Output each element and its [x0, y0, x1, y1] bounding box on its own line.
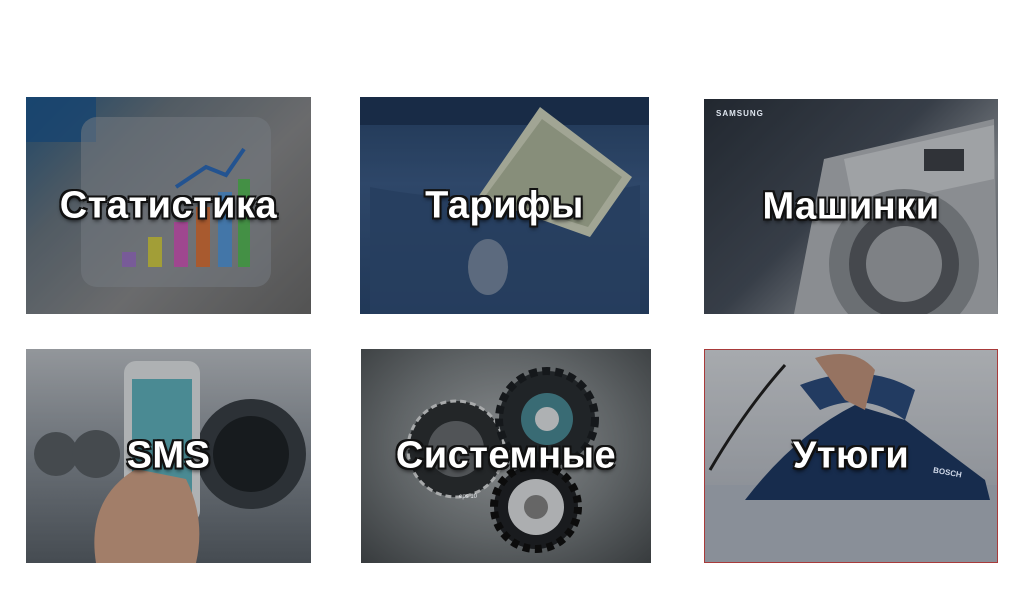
tile-machines[interactable]: SAMSUNG Машинки — [704, 99, 998, 314]
tile-sms[interactable]: SMS — [26, 349, 311, 563]
tile-tariffs[interactable]: Тарифы — [360, 97, 649, 314]
tile-label: Статистика — [59, 184, 278, 226]
tile-label: Утюги — [792, 434, 910, 477]
menu-grid: Статистика Тарифы SAMSUNG Машинки SMS ep… — [0, 0, 1024, 600]
tile-statistics[interactable]: Статистика — [26, 97, 311, 314]
tile-irons[interactable]: BOSCH Утюги — [704, 349, 998, 563]
tile-system[interactable]: eps 10 Системные — [361, 349, 651, 563]
tile-label: Тарифы — [425, 184, 584, 226]
brand-logo: SAMSUNG — [716, 109, 764, 118]
tile-label: SMS — [126, 434, 211, 477]
caption-text: eps 10 — [459, 494, 478, 500]
tile-label: Машинки — [762, 185, 940, 227]
tile-label: Системные — [395, 434, 617, 477]
